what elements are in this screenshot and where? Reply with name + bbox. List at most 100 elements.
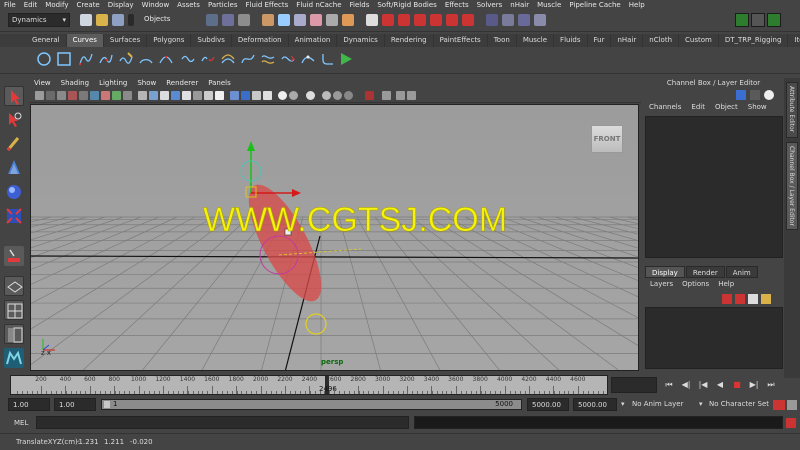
new-layer-from-selected-icon[interactable] [761, 294, 771, 304]
character-set-label[interactable]: No Character Set [709, 400, 769, 408]
render-frame-icon[interactable] [502, 14, 514, 26]
xray-joints-icon[interactable] [241, 91, 250, 100]
attribute-editor-tab[interactable]: Attribute Editor [786, 82, 798, 138]
smooth-shade-icon[interactable] [149, 91, 158, 100]
shelf-tab-rendering[interactable]: Rendering [385, 34, 434, 47]
textured-icon[interactable] [171, 91, 180, 100]
layer-tab-display[interactable]: Display [645, 266, 685, 278]
channel-box-toggle-icon[interactable] [736, 90, 746, 100]
selection-mask-field[interactable]: Objects [138, 15, 198, 26]
select-camera-icon[interactable] [35, 91, 44, 100]
layer-list-area[interactable] [645, 307, 783, 369]
menu-edit[interactable]: Edit [24, 1, 38, 9]
rotate-tool-icon[interactable] [4, 182, 24, 202]
component-mode-icon[interactable] [238, 14, 250, 26]
toggle-attribute-editor-icon[interactable] [735, 13, 749, 27]
shadows-icon[interactable] [193, 91, 202, 100]
menu-display[interactable]: Display [108, 1, 134, 9]
character-set-dropdown-icon[interactable]: ▾ [699, 400, 703, 408]
grid-toggle-icon[interactable] [90, 91, 99, 100]
both-view-icon[interactable] [764, 90, 774, 100]
camera-attributes-icon[interactable] [46, 91, 55, 100]
last-tool-used-icon[interactable] [4, 246, 24, 266]
backface-culling-icon[interactable] [252, 91, 261, 100]
toggle-tool-settings-icon[interactable] [751, 13, 765, 27]
checker-icon[interactable] [263, 91, 272, 100]
select-curves-icon[interactable] [294, 14, 306, 26]
shelf-tab-toon[interactable]: Toon [488, 34, 517, 47]
shelf-tab-painteffects[interactable]: PaintEffects [434, 34, 488, 47]
panel-menu-view[interactable]: View [34, 79, 51, 89]
gate-mask-icon[interactable] [123, 91, 132, 100]
shelf-tab-dynamics[interactable]: Dynamics [337, 34, 385, 47]
view-cube[interactable]: FRONT [591, 125, 623, 153]
shelf-tab-ncloth[interactable]: nCloth [643, 34, 680, 47]
insert-knot-icon[interactable] [220, 51, 236, 67]
menu-soft-rigid-bodies[interactable]: Soft/Rigid Bodies [377, 1, 436, 9]
hierarchy-mode-icon[interactable] [206, 14, 218, 26]
snap-curve-icon[interactable] [398, 14, 410, 26]
panel-menu-lighting[interactable]: Lighting [99, 79, 127, 89]
auto-key-icon[interactable] [773, 400, 785, 410]
step-back-frame-icon[interactable]: |◀ [696, 378, 710, 392]
snap-point-icon[interactable] [414, 14, 426, 26]
channel-box-area[interactable] [645, 116, 783, 258]
menu-fluid-effects[interactable]: Fluid Effects [245, 1, 288, 9]
render-view-icon[interactable] [486, 14, 498, 26]
channel-box-menu-edit[interactable]: Edit [691, 103, 705, 113]
render-settings-icon[interactable] [534, 14, 546, 26]
time-slider[interactable]: 2496 200 400 600 800 1000 1200 1400 1600 1800 200… [10, 375, 608, 395]
menu-particles[interactable]: Particles [208, 1, 238, 9]
stereo-icon[interactable] [382, 91, 391, 100]
move-layer-down-icon[interactable] [735, 294, 745, 304]
move-tool-icon[interactable] [4, 158, 24, 178]
snap-view-plane-icon[interactable] [430, 14, 442, 26]
shelf-tab-general[interactable]: General [26, 34, 67, 47]
shelf-tab-dt-trp-rigging[interactable]: DT_TRP_Rigging [719, 34, 789, 47]
save-scene-icon[interactable] [112, 14, 124, 26]
shelf-tab-nhair[interactable]: nHair [611, 34, 644, 47]
lights-icon[interactable] [182, 91, 191, 100]
ipr-render-icon[interactable] [518, 14, 530, 26]
play-backward-icon[interactable]: ◀ [713, 378, 727, 392]
offset-curve-icon[interactable] [260, 51, 276, 67]
shelf-tab-fur[interactable]: Fur [588, 34, 612, 47]
go-to-end-icon[interactable]: ⏭ [764, 378, 778, 392]
cv-curve-tool-icon[interactable] [78, 51, 94, 67]
stop-icon[interactable]: ■ [730, 378, 744, 392]
move-layer-up-icon[interactable] [722, 294, 732, 304]
menu-effects[interactable]: Effects [445, 1, 469, 9]
single-perspective-layout-icon[interactable] [4, 276, 24, 296]
menu-assets[interactable]: Assets [177, 1, 200, 9]
layer-tab-anim[interactable]: Anim [725, 266, 758, 278]
play-script-icon[interactable] [338, 51, 354, 67]
paint-select-tool-icon[interactable] [4, 134, 24, 154]
menu-help[interactable]: Help [629, 1, 645, 9]
hud-icon[interactable] [365, 91, 374, 100]
nurbs-square-icon[interactable] [56, 51, 72, 67]
reverse-curve-icon[interactable] [280, 51, 296, 67]
menu-solvers[interactable]: Solvers [477, 1, 503, 9]
object-mode-icon[interactable] [222, 14, 234, 26]
history-icon[interactable] [462, 14, 474, 26]
shelf-tab-surfaces[interactable]: Surfaces [104, 34, 148, 47]
bookmark-icon[interactable] [57, 91, 66, 100]
shelf-tab-item[interactable]: Item [788, 34, 800, 47]
shelf-tab-muscle[interactable]: Muscle [517, 34, 555, 47]
menu-pipeline-cache[interactable]: Pipeline Cache [569, 1, 620, 9]
menu-muscle[interactable]: Muscle [537, 1, 561, 9]
command-language-label[interactable]: MEL [14, 419, 28, 427]
menu-create[interactable]: Create [76, 1, 99, 9]
arc-tool-icon[interactable] [138, 51, 154, 67]
select-joints-icon[interactable] [278, 14, 290, 26]
attach-curves-icon[interactable] [180, 51, 196, 67]
shelf-tab-animation[interactable]: Animation [289, 34, 338, 47]
panel-menu-renderer[interactable]: Renderer [166, 79, 198, 89]
new-empty-layer-icon[interactable] [748, 294, 758, 304]
wireframe-on-shaded-icon[interactable] [160, 91, 169, 100]
layer-menu-options[interactable]: Options [682, 280, 709, 290]
shelf-tab-polygons[interactable]: Polygons [147, 34, 192, 47]
snap-grid-icon[interactable] [382, 14, 394, 26]
ambient-occlusion-icon[interactable] [306, 91, 315, 100]
menu-modify[interactable]: Modify [45, 1, 68, 9]
